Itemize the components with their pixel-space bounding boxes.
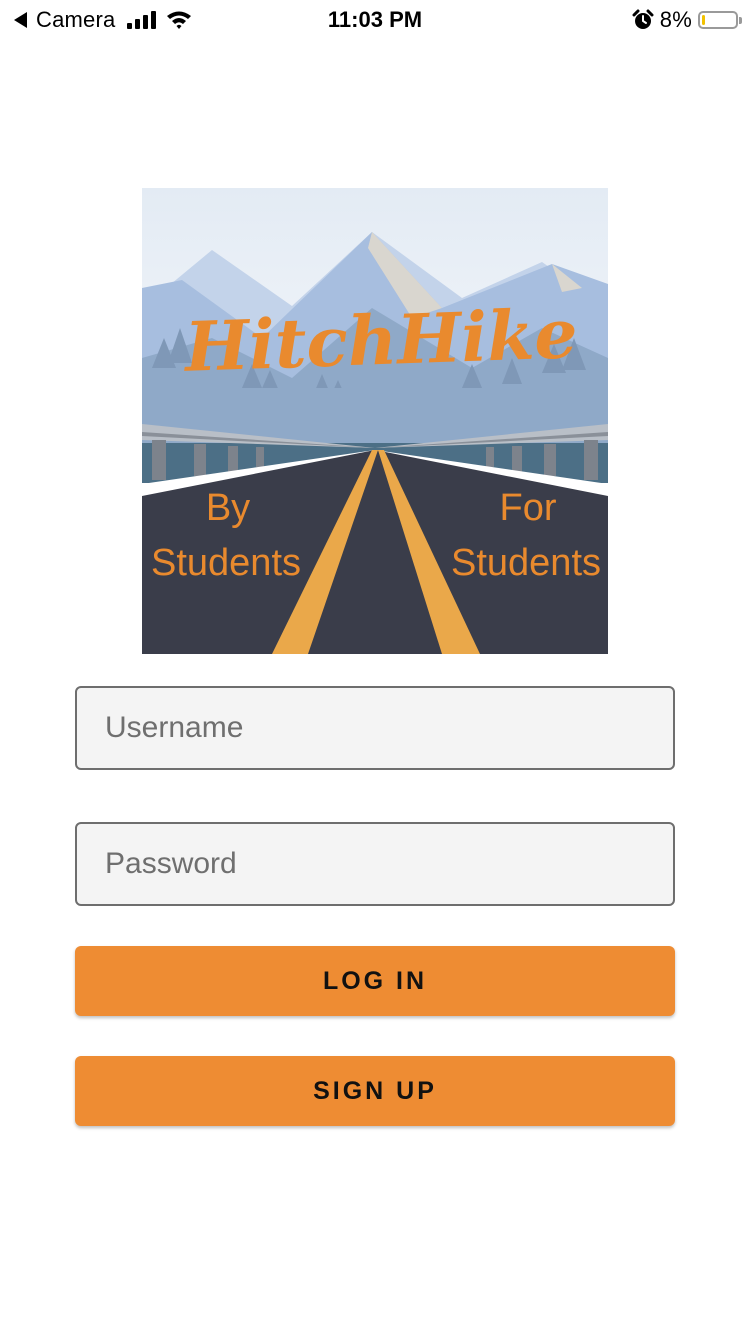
logo-title: HitchHike <box>182 294 579 388</box>
alarm-icon <box>632 9 654 29</box>
signup-button[interactable]: SIGN UP <box>75 1056 675 1126</box>
battery-percent: 8% <box>659 7 692 32</box>
hitchhike-logo: HitchHike By Students For Students <box>142 188 608 654</box>
battery-icon <box>698 11 742 29</box>
battery-level-fill <box>702 15 705 25</box>
username-input[interactable] <box>75 686 675 770</box>
status-bar: Camera 11:03 PM 8% <box>0 0 750 40</box>
logo-tagline-left-line2: Students <box>151 542 301 584</box>
logo-tagline-right-line1: For <box>500 487 557 529</box>
logo-tagline-left-line1: By <box>206 487 250 529</box>
logo-tagline-right-line2: Students <box>451 542 601 584</box>
login-button[interactable]: LOG IN <box>75 946 675 1016</box>
password-input[interactable] <box>75 822 675 906</box>
